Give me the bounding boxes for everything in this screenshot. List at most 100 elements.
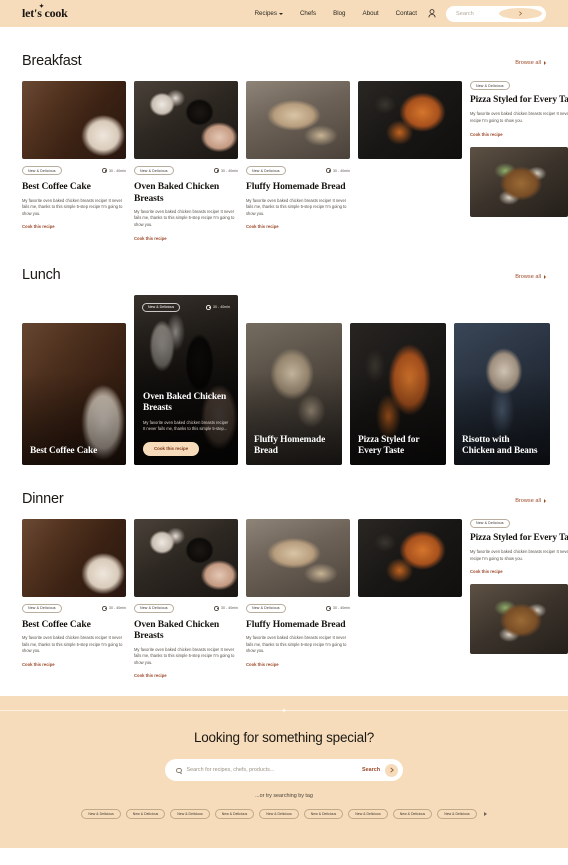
tag-chip[interactable]: New & Delicious <box>81 809 121 820</box>
cook-this-recipe-link[interactable]: Cook this recipe <box>246 224 350 229</box>
recipe-title: Fluffy Homemade Bread <box>254 435 326 456</box>
site-header: ✦ let's cook Recipes Chefs Blog About Co… <box>0 0 568 27</box>
nav-label: Recipes <box>254 10 277 17</box>
browse-all-dinner[interactable]: Browse all <box>515 498 546 507</box>
page-title-dinner: Dinner <box>22 490 64 507</box>
tag-chip[interactable]: New & Delicious <box>303 809 344 820</box>
recipe-image <box>22 81 126 159</box>
cook-time-label: 30 - 40min <box>109 606 126 611</box>
recipe-card[interactable]: New & Delicious 30 - 40min Best Coffee C… <box>22 81 126 241</box>
nav-item-contact[interactable]: Contact <box>396 10 417 17</box>
tag-chip[interactable]: New & Delicious <box>125 809 166 820</box>
section-header-dinner: Dinner Browse all <box>22 465 546 519</box>
tag-next-icon[interactable] <box>483 812 487 817</box>
cook-this-recipe-link[interactable]: Cook this recipe <box>470 132 568 137</box>
nav-label: About <box>362 10 379 17</box>
recipe-image <box>358 518 462 597</box>
search-input[interactable]: Search <box>456 11 499 17</box>
cook-this-recipe-button[interactable]: Cook this recipe <box>143 441 200 456</box>
clock-icon <box>326 605 332 611</box>
recipe-description: My favorite oven baked chicken breasts r… <box>134 646 235 665</box>
header-search[interactable]: Search <box>446 5 546 22</box>
tag-chip[interactable]: New & Delicious <box>214 809 255 820</box>
tag-chip[interactable]: New & Delicious <box>259 809 299 820</box>
chevron-down-icon <box>278 12 283 15</box>
recipe-description: My favorite oven baked chicken breasts r… <box>470 111 568 123</box>
recipe-image <box>246 518 350 597</box>
search-submit-icon[interactable] <box>499 8 542 19</box>
search-band: ✦ Looking for something special? Search … <box>0 696 568 849</box>
recipe-card[interactable]: New & Delicious 30 - 40min Best Coffee C… <box>22 518 126 679</box>
nav-item-about[interactable]: About <box>363 10 379 17</box>
recipe-image <box>470 146 568 217</box>
nav-item-chefs[interactable]: Chefs <box>300 10 316 17</box>
tag-list: New & Delicious New & Delicious New & De… <box>81 809 487 820</box>
recipe-description: My favorite oven baked chicken breasts r… <box>134 208 235 228</box>
cook-this-recipe-link[interactable]: Cook this recipe <box>134 236 238 241</box>
recipe-title: Risotto with Chicken and Beans <box>462 435 538 456</box>
recipe-side-column-dinner: New & Delicious 30 - 40min Pizza Styled … <box>470 518 568 679</box>
nav-label: Contact <box>395 10 417 17</box>
recipe-card[interactable] <box>358 81 462 241</box>
logo[interactable]: ✦ let's cook <box>22 4 68 21</box>
recipe-card-wide[interactable]: New & Delicious 30 - 40min Risotto with … <box>470 584 568 675</box>
cook-this-recipe-link[interactable]: Cook this recipe <box>22 224 126 229</box>
recipe-description: My favorite oven baked chicken breasts r… <box>246 635 347 654</box>
recipe-meta: New & Delicious 30 - 40min <box>470 518 568 528</box>
recipe-title: Fluffy Homemade Bread <box>246 618 346 630</box>
cook-this-recipe-link[interactable]: Cook this recipe <box>134 673 238 678</box>
recipe-meta: New & Delicious 30 - 40min <box>134 166 238 176</box>
recipe-title: Oven Baked Chicken Breasts <box>134 618 220 642</box>
page-content: Breakfast Browse all New & Delicious 30 … <box>0 27 568 678</box>
recipe-card-overlay[interactable]: Fluffy Homemade Bread <box>246 322 342 465</box>
band-search-bar[interactable]: Search for recipes, chefs, products... S… <box>165 759 403 782</box>
cook-time-label: 30 - 40min <box>221 606 238 611</box>
section-header-lunch: Lunch Browse all <box>22 241 546 295</box>
tag-chip[interactable]: New & Delicious <box>170 809 210 820</box>
tag-chip[interactable]: New & Delicious <box>392 809 433 820</box>
recipe-title: Pizza Styled for Every Taste <box>470 532 568 543</box>
recipe-card[interactable]: New & Delicious 30 - 40min Oven Baked Ch… <box>134 81 238 241</box>
search-submit-icon[interactable] <box>385 763 398 777</box>
recipe-card[interactable]: New & Delicious 30 - 40min Oven Baked Ch… <box>134 518 238 678</box>
recipe-description: My favorite oven baked chicken breasts r… <box>143 419 229 432</box>
recipe-card-overlay[interactable]: Best Coffee Cake <box>22 322 126 465</box>
cook-this-recipe-link[interactable]: Cook this recipe <box>246 662 350 667</box>
browse-all-breakfast[interactable]: Browse all <box>515 60 546 69</box>
clock-icon <box>214 168 220 173</box>
band-subtitle: ...or try searching by tag <box>255 793 313 800</box>
search-input[interactable]: Search for recipes, chefs, products... <box>187 767 363 773</box>
nav-item-recipes[interactable]: Recipes <box>255 10 283 17</box>
person-icon[interactable] <box>428 9 436 18</box>
recipe-meta: New & Delicious 30 - 40min <box>134 603 238 613</box>
recipe-card-wide[interactable]: New & Delicious 30 - 40min Risotto with … <box>470 146 568 238</box>
recipe-card[interactable]: New & Delicious 30 - 40min Fluffy Homema… <box>246 81 350 241</box>
recipe-title: Best Coffee Cake <box>22 618 91 630</box>
recipe-description: My favorite oven baked chicken breasts r… <box>470 548 568 561</box>
browse-all-lunch[interactable]: Browse all <box>515 274 546 283</box>
recipe-card-overlay-featured[interactable]: New & Delicious 30 - 40min Oven Baked Ch… <box>134 294 238 465</box>
cook-this-recipe-link[interactable]: Cook this recipe <box>22 662 126 667</box>
search-button-label[interactable]: Search <box>362 767 380 773</box>
status-badge: New & Delicious <box>134 166 174 176</box>
recipe-card-wide[interactable]: New & Delicious 30 - 40min Pizza Styled … <box>470 81 568 137</box>
recipe-card[interactable] <box>358 518 462 679</box>
status-badge: New & Delicious <box>470 518 510 528</box>
tag-chip[interactable]: New & Delicious <box>348 809 388 820</box>
recipe-card-overlay[interactable]: Risotto with Chicken and Beans <box>454 322 550 465</box>
tag-chip[interactable]: New & Delicious <box>437 809 477 820</box>
cook-time-label: 30 - 40min <box>109 168 126 173</box>
recipe-card-overlay[interactable]: Pizza Styled for Every Taste <box>350 322 446 465</box>
cook-this-recipe-link[interactable]: Cook this recipe <box>470 569 568 574</box>
cook-time: 30 - 40min <box>214 168 238 173</box>
recipe-meta: New & Delicious 30 - 40min <box>22 603 126 613</box>
recipe-card[interactable]: New & Delicious 30 - 40min Fluffy Homema… <box>246 518 350 679</box>
logo-sparkle-icon: ✦ <box>39 4 44 10</box>
status-badge: New & Delicious <box>142 302 181 312</box>
recipe-card-body: New & Delicious 30 - 40min Pizza Styled … <box>470 518 568 574</box>
recipe-title: Oven Baked Chicken Breasts <box>134 181 220 204</box>
recipe-meta: New & Delicious 30 - 40min <box>470 81 568 91</box>
nav-item-blog[interactable]: Blog <box>333 10 345 17</box>
recipe-card-wide[interactable]: New & Delicious 30 - 40min Pizza Styled … <box>470 518 568 574</box>
recipe-description: My favorite oven baked chicken breasts r… <box>246 197 347 216</box>
